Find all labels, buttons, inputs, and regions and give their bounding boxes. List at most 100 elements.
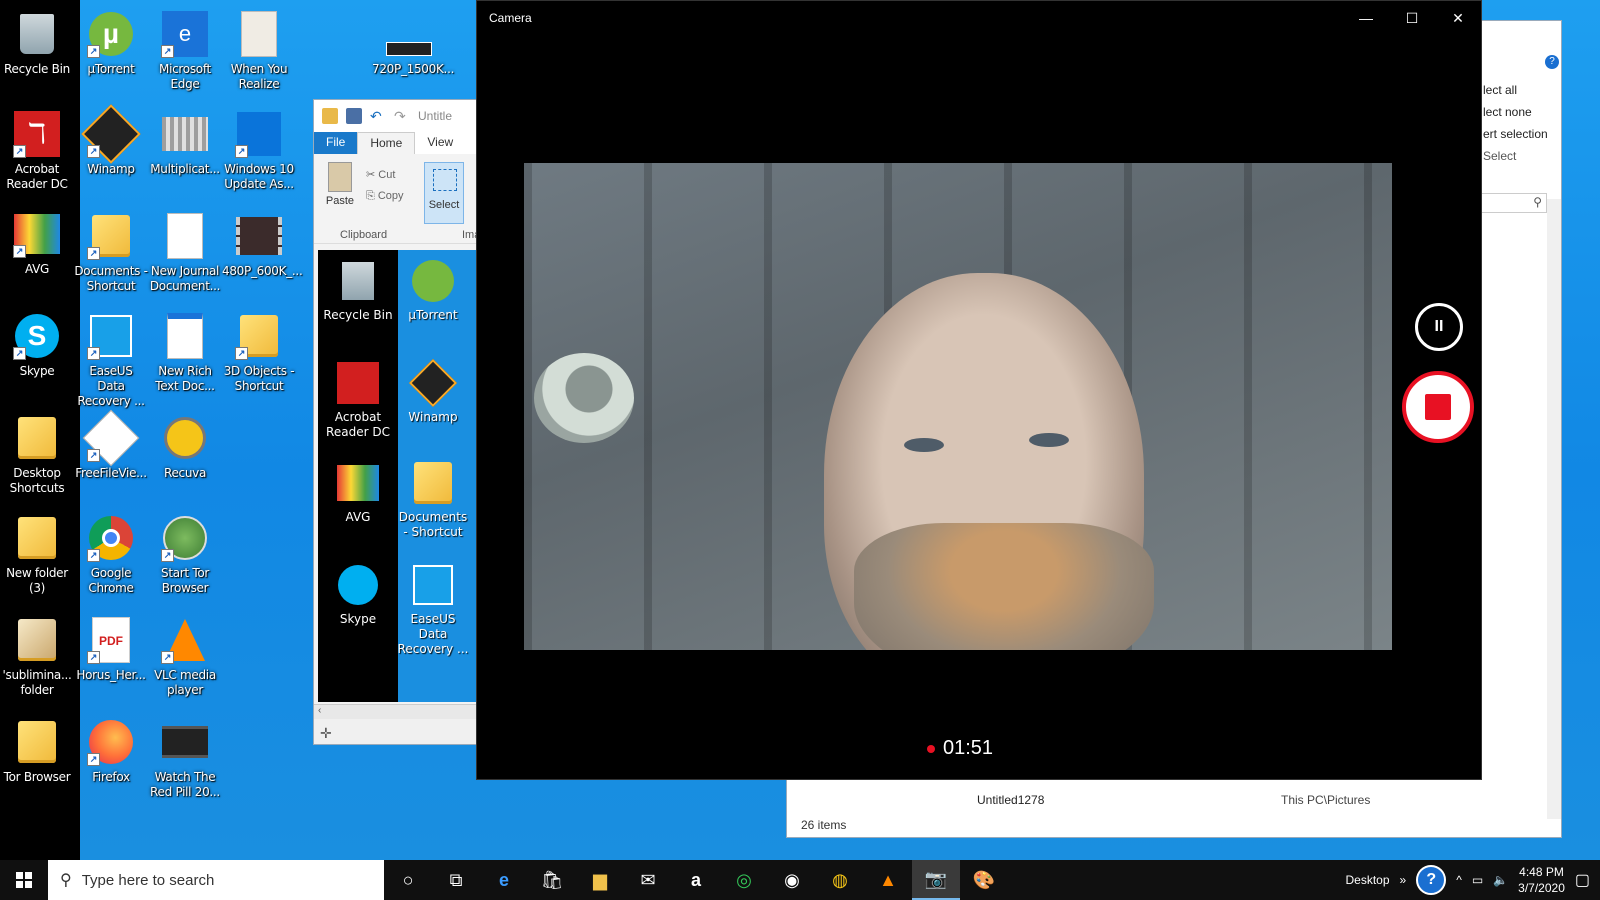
mail-icon[interactable]: ✉	[624, 860, 672, 900]
select-none-button[interactable]: lect none	[1483, 105, 1532, 119]
vlc-icon: ↗	[161, 616, 209, 664]
tab-file[interactable]: File	[314, 132, 358, 154]
cortana-icon[interactable]: ○	[384, 860, 432, 900]
desktop-icon-horus[interactable]: PDF ↗ Horus_Her...	[74, 610, 148, 706]
desktop-icon-new-folder[interactable]: New folder (3)	[0, 508, 74, 604]
maximize-button[interactable]: ☐	[1389, 1, 1435, 35]
undo-icon[interactable]: ↶	[370, 108, 386, 124]
select-label: Select	[428, 199, 460, 211]
paint-canvas[interactable]: Recycle Bin µTorrent Acrobat Reader DC W…	[318, 250, 480, 702]
close-button[interactable]: ✕	[1435, 1, 1481, 35]
desktop-icon-avg[interactable]: ↗ AVG	[0, 204, 74, 300]
horizontal-scrollbar[interactable]: ‹	[314, 705, 482, 719]
paint-window[interactable]: ↶ ↷ Untitle File Home View Paste ✂ Cut ⎘…	[313, 99, 483, 745]
avg-icon	[335, 460, 381, 506]
show-hidden-icons[interactable]: ^	[1456, 873, 1462, 887]
desktop-icon-utorrent[interactable]: µ ↗ µTorrent	[74, 4, 148, 100]
desktop-icon-firefox[interactable]: ↗ Firefox	[74, 712, 148, 808]
tab-home[interactable]: Home	[357, 132, 416, 154]
store-icon[interactable]: 🛍	[528, 860, 576, 900]
media-app-icon[interactable]: ◉	[768, 860, 816, 900]
desktop-icon-720p[interactable]: 720P_1500K...	[372, 4, 454, 100]
desktop-icon-when-you-realize[interactable]: When You Realize	[222, 4, 296, 100]
folder-icon	[410, 460, 456, 506]
camera-window[interactable]: Camera — ☐ ✕ II 01:51	[476, 0, 1482, 780]
start-button[interactable]	[0, 860, 48, 900]
tab-view[interactable]: View	[415, 132, 465, 154]
video-file-icon	[161, 110, 209, 158]
cut-button[interactable]: ✂ Cut	[366, 168, 395, 181]
camera-app-icon[interactable]: 📷	[912, 860, 960, 900]
help-icon[interactable]: ?	[1545, 55, 1559, 69]
desktop-icon-acrobat[interactable]: ℸ ↗ Acrobat Reader DC	[0, 104, 74, 200]
desktop-icon-new-rich-text[interactable]: New Rich Text Doc...	[148, 306, 222, 402]
canvas-icon-acrobat: Acrobat Reader DC	[321, 356, 395, 440]
notifications-icon[interactable]: ▢	[1575, 870, 1590, 890]
desktop-icon-tor-browser[interactable]: Tor Browser	[0, 712, 74, 808]
paint-status-bar: ‹ ✛	[314, 704, 482, 744]
desktop-icon-easeus[interactable]: ↗ EaseUS Data Recovery ...	[74, 306, 148, 408]
desktop-icon-vlc[interactable]: ↗ VLC media player	[148, 610, 222, 706]
desktop-icon-480p[interactable]: 480P_600K_...	[222, 206, 303, 302]
amazon-icon[interactable]: a	[672, 860, 720, 900]
desktop-icon-freefileviewer[interactable]: ↗ FreeFileVie...	[74, 408, 148, 504]
clipboard-group-label: Clipboard	[340, 229, 388, 241]
desktop-toolbar-label[interactable]: Desktop	[1346, 873, 1390, 887]
desktop-icon-microsoft-edge[interactable]: e ↗ Microsoft Edge	[148, 4, 222, 100]
network-icon[interactable]: ▭	[1472, 873, 1483, 887]
stop-recording-button[interactable]	[1402, 371, 1474, 443]
desktop-icon-skype[interactable]: S ↗ Skype	[0, 306, 74, 402]
desktop-icon-multiplicat[interactable]: Multiplicat...	[148, 104, 222, 200]
invert-selection-button[interactable]: ert selection	[1483, 127, 1548, 141]
desktop-icon-start-tor[interactable]: ↗ Start Tor Browser	[148, 508, 222, 604]
feed-eye-left	[904, 438, 944, 452]
paste-button[interactable]: Paste	[322, 162, 358, 207]
desktop-icon-desktop-shortcuts[interactable]: Desktop Shortcuts	[0, 408, 74, 504]
paste-label: Paste	[325, 195, 355, 207]
desktop-icon-recycle-bin[interactable]: Recycle Bin	[0, 4, 74, 100]
video-file-icon	[235, 212, 283, 260]
windows-logo-icon	[16, 872, 32, 888]
redo-icon[interactable]: ↷	[394, 108, 410, 124]
desktop-icon-windows-update[interactable]: ↗ Windows 10 Update As...	[222, 104, 296, 200]
folder-icon	[13, 718, 61, 766]
select-all-button[interactable]: lect all	[1483, 83, 1517, 97]
desktop-icon-google-chrome[interactable]: ↗ Google Chrome	[74, 508, 148, 604]
taskbar-search-box[interactable]: ⚲ Type here to search	[48, 860, 384, 900]
vertical-scrollbar[interactable]	[1547, 199, 1561, 819]
clock-time: 4:48 PM	[1519, 865, 1564, 879]
explorer-search-input[interactable]: ⚲	[1479, 193, 1547, 213]
paint-app-icon	[322, 108, 338, 124]
toolbar-expand-icon[interactable]: »	[1400, 873, 1407, 887]
selection-marquee-icon	[433, 169, 457, 191]
color-app-icon[interactable]: ◍	[816, 860, 864, 900]
task-view-icon[interactable]: ⧉	[432, 860, 480, 900]
firefox-icon: ↗	[87, 718, 135, 766]
desktop-icon-documents-shortcut[interactable]: ↗ Documents - Shortcut	[74, 206, 148, 302]
desktop-icon-subliminal-folder[interactable]: 'sublimina... folder	[0, 610, 74, 706]
folder-icon	[13, 414, 61, 462]
edge-icon[interactable]: e	[480, 860, 528, 900]
clock[interactable]: 4:48 PM 3/7/2020	[1518, 864, 1565, 896]
minimize-button[interactable]: —	[1343, 1, 1389, 35]
move-cursor-icon: ✛	[320, 725, 332, 741]
paint-app-icon[interactable]: 🎨	[960, 860, 1008, 900]
pause-recording-button[interactable]: II	[1415, 303, 1463, 351]
desktop-icon-winamp[interactable]: ↗ Winamp	[74, 104, 148, 200]
help-icon[interactable]: ?	[1416, 865, 1447, 895]
copy-button[interactable]: ⎘ Copy	[366, 190, 404, 203]
desktop-icon-new-journal[interactable]: New Journal Document...	[148, 206, 222, 302]
file-explorer-icon[interactable]: ▆	[576, 860, 624, 900]
volume-icon[interactable]: 🔈	[1493, 873, 1508, 887]
desktop-icon-3d-objects[interactable]: ↗ 3D Objects - Shortcut	[222, 306, 296, 402]
vlc-icon[interactable]: ▲	[864, 860, 912, 900]
desktop-icon-recuva[interactable]: Recuva	[148, 408, 222, 504]
tripadvisor-icon[interactable]: ◎	[720, 860, 768, 900]
save-icon[interactable]	[346, 108, 362, 124]
select-button[interactable]: Select	[424, 162, 464, 224]
desktop-icon-watch-red-pill[interactable]: Watch The Red Pill 20...	[148, 712, 222, 808]
edge-icon: e ↗	[161, 10, 209, 58]
file-row-name[interactable]: Untitled1278	[977, 793, 1044, 807]
camera-video-feed	[524, 163, 1392, 650]
easeus-icon	[410, 562, 456, 608]
